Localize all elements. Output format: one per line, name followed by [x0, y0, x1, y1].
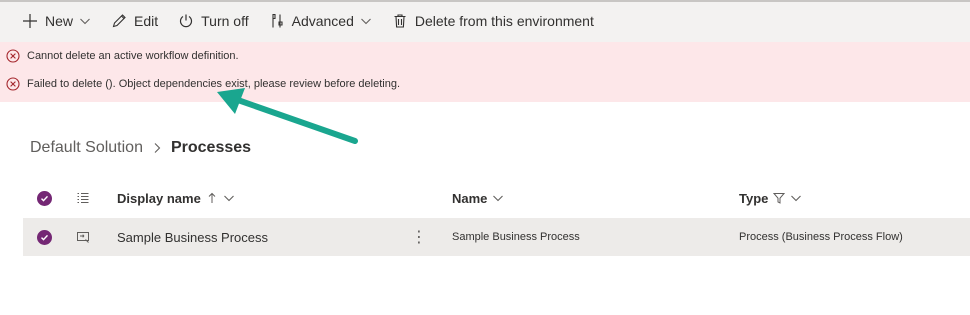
cell-display-name[interactable]: Sample Business Process [117, 218, 268, 256]
breadcrumb-root-link[interactable]: Default Solution [30, 139, 143, 157]
row-checkbox[interactable] [37, 218, 52, 256]
chevron-right-icon [151, 142, 163, 154]
solution-processes-page: New Edit Turn off Advanced Delete from t… [0, 0, 970, 315]
new-label: New [45, 13, 74, 29]
advanced-label: Advanced [291, 13, 354, 29]
select-all-checkbox[interactable] [37, 180, 52, 216]
edit-label: Edit [134, 13, 159, 29]
error-text: Cannot delete an active workflow definit… [27, 50, 239, 62]
row-type: Process (Business Process Flow) [739, 231, 903, 243]
sort-ascending-icon [206, 192, 218, 204]
column-header-label: Display name [117, 190, 201, 206]
error-message-1: Cannot delete an active workflow definit… [6, 48, 239, 64]
command-bar: New Edit Turn off Advanced Delete from t… [0, 0, 970, 42]
row-display-name: Sample Business Process [117, 229, 269, 245]
power-icon [178, 13, 194, 29]
chevron-down-icon[interactable] [79, 15, 91, 27]
top-divider [0, 0, 970, 2]
chevron-down-icon [790, 192, 802, 204]
error-circle-icon [6, 49, 20, 63]
table-row[interactable]: Sample Business Process ⋮ Sample Busines… [23, 218, 970, 256]
error-banner: Cannot delete an active workflow definit… [0, 42, 970, 102]
delete-button[interactable]: Delete from this environment [392, 0, 594, 42]
more-vertical-icon: ⋮ [411, 229, 427, 246]
cell-name: Sample Business Process [452, 218, 580, 256]
delete-label: Delete from this environment [414, 13, 594, 29]
column-header-type[interactable]: Type [739, 180, 802, 216]
column-header-name[interactable]: Name [452, 180, 504, 216]
chevron-down-icon [223, 192, 235, 204]
table-header: Display name Name Type [23, 180, 970, 216]
plus-icon [22, 13, 38, 29]
chevron-down-icon[interactable] [360, 15, 372, 27]
column-header-display-name[interactable]: Display name [117, 180, 235, 216]
pencil-icon [111, 13, 127, 29]
list-icon [76, 191, 90, 205]
checkmark-circle-icon [37, 229, 52, 245]
process-icon [76, 230, 90, 244]
chevron-down-icon [492, 192, 504, 204]
tools-icon [269, 13, 285, 29]
filter-icon [773, 192, 786, 204]
edit-button[interactable]: Edit [111, 0, 158, 42]
row-more-options-button[interactable]: ⋮ [411, 218, 427, 256]
column-header-label: Type [739, 190, 769, 206]
column-header-label: Name [452, 190, 488, 206]
row-type-icon-cell [76, 218, 90, 256]
error-circle-icon [6, 77, 20, 91]
cell-type: Process (Business Process Flow) [739, 218, 903, 256]
column-options-button[interactable] [76, 180, 90, 216]
advanced-button[interactable]: Advanced [269, 0, 372, 42]
checkmark-circle-icon [37, 190, 52, 206]
trash-icon [392, 13, 408, 29]
new-button[interactable]: New [22, 0, 91, 42]
breadcrumb: Default Solution Processes [30, 137, 251, 159]
row-name: Sample Business Process [452, 231, 580, 243]
turn-off-button[interactable]: Turn off [178, 0, 249, 42]
turn-off-label: Turn off [201, 13, 249, 29]
page-title: Processes [170, 139, 252, 156]
